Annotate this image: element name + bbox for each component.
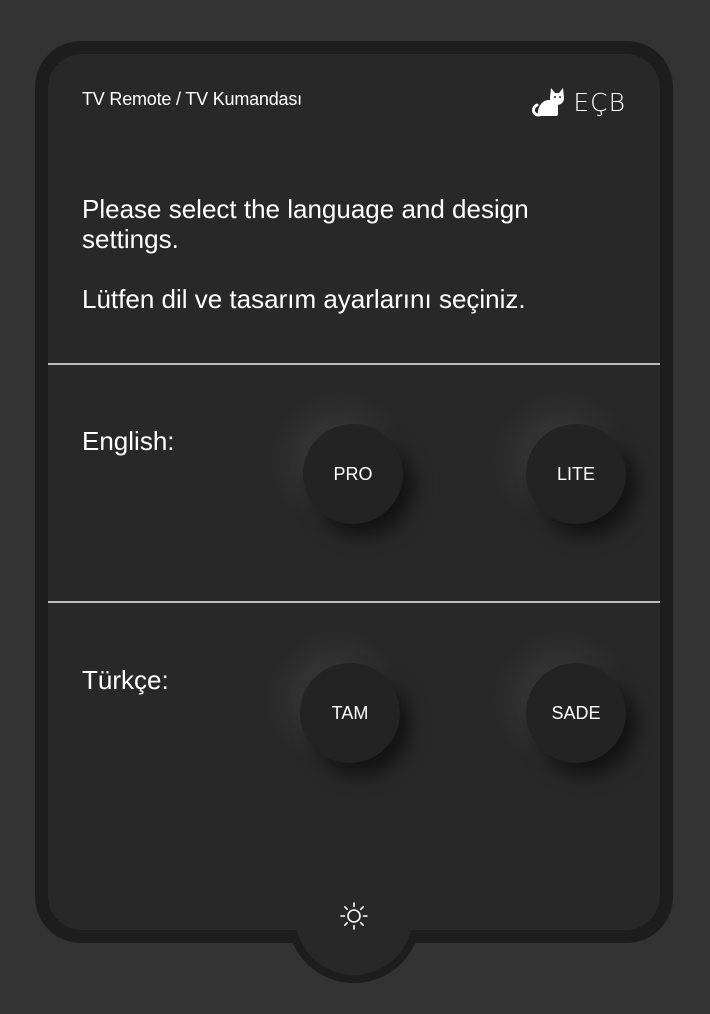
divider bbox=[48, 363, 660, 365]
divider bbox=[48, 601, 660, 603]
english-lite-button[interactable]: LITE bbox=[526, 424, 626, 524]
intro-text: Please select the language and design se… bbox=[82, 194, 622, 344]
theme-toggle-button[interactable] bbox=[295, 857, 413, 975]
turkish-sade-button[interactable]: SADE bbox=[526, 663, 626, 763]
app-title: TV Remote / TV Kumandası bbox=[82, 89, 302, 109]
sun-icon bbox=[339, 901, 369, 931]
intro-turkish: Lütfen dil ve tasarım ayarlarını seçiniz… bbox=[82, 284, 526, 314]
turkish-tam-button[interactable]: TAM bbox=[300, 663, 400, 763]
remote-body: TV Remote / TV Kumandası EÇB Please sele… bbox=[48, 54, 660, 930]
intro-english: Please select the language and design se… bbox=[82, 194, 529, 254]
english-label: English: bbox=[82, 426, 175, 456]
brand-logo: EÇB bbox=[531, 86, 626, 118]
cat-icon bbox=[531, 86, 565, 118]
brand-name: EÇB bbox=[573, 87, 626, 117]
turkish-label: Türkçe: bbox=[82, 665, 169, 695]
english-pro-button[interactable]: PRO bbox=[303, 424, 403, 524]
